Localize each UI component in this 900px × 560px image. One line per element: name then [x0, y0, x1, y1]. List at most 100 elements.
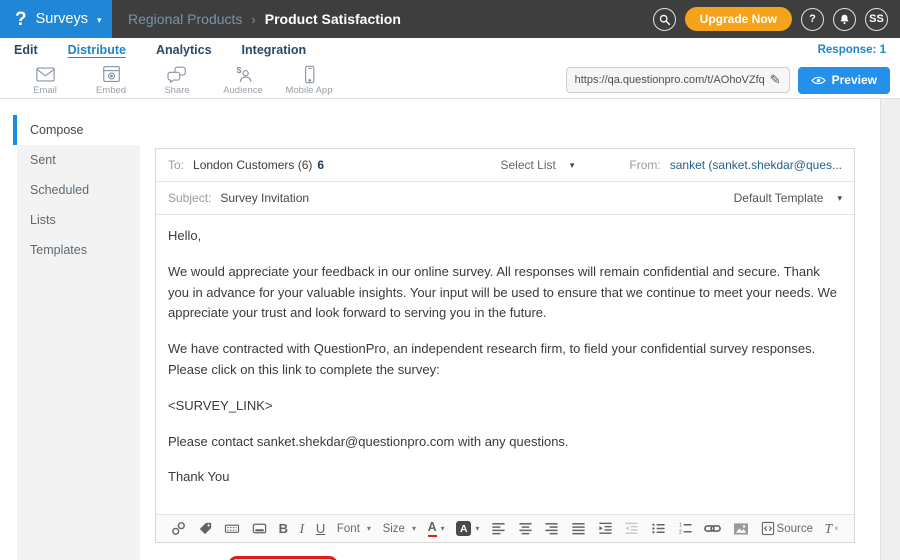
outdent-icon — [624, 521, 639, 536]
svg-text:1: 1 — [679, 523, 682, 529]
chevron-down-icon: ▾ — [412, 524, 416, 533]
upgrade-now-button[interactable]: Upgrade Now — [685, 7, 792, 31]
align-right-icon — [544, 521, 559, 536]
notifications-button[interactable] — [833, 8, 856, 31]
bullet-list-button[interactable] — [651, 521, 666, 536]
scroll-gutter[interactable] — [880, 99, 900, 560]
indent-icon — [598, 521, 613, 536]
breadcrumb: Regional Products › Product Satisfaction — [128, 11, 401, 27]
chevron-down-icon: ▾ — [475, 524, 479, 533]
remove-format-button[interactable]: T× — [825, 521, 839, 537]
link-icon — [704, 522, 721, 535]
chevron-down-icon: ▾ — [837, 193, 842, 204]
align-center-button[interactable] — [518, 521, 533, 536]
insert-tag-button[interactable] — [198, 521, 213, 536]
subject-label: Subject: — [168, 191, 211, 205]
align-left-icon — [491, 521, 506, 536]
distribute-content: Compose Sent Scheduled Lists Templates T… — [0, 99, 900, 560]
tab-distribute[interactable]: Distribute — [68, 43, 126, 57]
button-widget-icon — [252, 521, 267, 536]
survey-url-text: https://qa.questionpro.com/t/AOhoVZfqml — [575, 74, 764, 86]
size-dropdown[interactable]: Size ▾ — [383, 523, 416, 535]
underline-button[interactable]: U — [316, 521, 325, 536]
tab-edit[interactable]: Edit — [14, 43, 38, 57]
image-icon — [733, 522, 749, 536]
source-button[interactable]: Source — [761, 521, 813, 536]
bell-icon — [838, 13, 851, 26]
size-label: Size — [383, 523, 405, 535]
insert-link-button[interactable] — [171, 521, 186, 536]
chevron-down-icon: ▾ — [441, 524, 445, 533]
preview-label: Preview — [832, 73, 877, 87]
channel-email[interactable]: Email — [12, 65, 78, 96]
numbered-list-button[interactable]: 12 — [678, 521, 693, 536]
font-label: Font — [337, 523, 360, 535]
indent-button[interactable] — [598, 521, 613, 536]
channel-label: Share — [164, 85, 189, 96]
compose-actions: Send Schedule — [155, 556, 855, 560]
eye-icon — [811, 75, 826, 86]
bold-button[interactable]: B — [279, 521, 288, 536]
channel-share[interactable]: Share — [144, 65, 210, 96]
source-label: Source — [777, 523, 813, 535]
channel-audience[interactable]: $ Audience — [210, 65, 276, 96]
insert-field-button[interactable] — [224, 521, 240, 536]
breadcrumb-parent[interactable]: Regional Products — [128, 11, 242, 27]
justify-button[interactable] — [571, 521, 586, 536]
insert-image-button[interactable] — [733, 522, 749, 536]
subject-input[interactable]: Survey Invitation — [220, 191, 309, 205]
font-dropdown[interactable]: Font ▾ — [337, 523, 371, 535]
from-label: From: — [629, 158, 660, 172]
email-icon — [35, 65, 56, 84]
topbar-actions: Upgrade Now ? SS — [653, 7, 900, 31]
tab-analytics[interactable]: Analytics — [156, 43, 212, 57]
text-color-button[interactable]: A ▾ — [428, 521, 445, 537]
email-sidebar: Compose Sent Scheduled Lists Templates — [0, 99, 140, 560]
body-paragraph: <SURVEY_LINK> — [168, 396, 842, 417]
sidebar-item-lists[interactable]: Lists — [17, 205, 140, 235]
chevron-down-icon: ▾ — [367, 524, 371, 533]
preview-button[interactable]: Preview — [798, 67, 890, 94]
help-button[interactable]: ? — [801, 8, 824, 31]
align-right-button[interactable] — [544, 521, 559, 536]
questionpro-logo-icon: ? — [15, 10, 27, 29]
select-list-label: Select List — [500, 158, 555, 172]
channel-embed[interactable]: Embed — [78, 65, 144, 96]
svg-text:2: 2 — [679, 530, 682, 536]
mobile-app-icon — [299, 65, 320, 84]
sidebar-item-templates[interactable]: Templates — [17, 235, 140, 265]
channel-mobile-app[interactable]: Mobile App — [276, 65, 342, 96]
tab-integration[interactable]: Integration — [242, 43, 307, 57]
rich-text-toolbar: B I U Font ▾ Size ▾ A ▾ — [156, 514, 854, 542]
align-left-button[interactable] — [491, 521, 506, 536]
template-label: Default Template — [734, 191, 824, 205]
sidebar-item-sent[interactable]: Sent — [17, 145, 140, 175]
surveys-menu[interactable]: ? Surveys ▾ — [0, 0, 112, 38]
bullet-list-icon — [651, 521, 666, 536]
from-sender[interactable]: sanket (sanket.shekdar@ques... — [670, 158, 842, 172]
search-button[interactable] — [653, 8, 676, 31]
channel-label: Embed — [96, 85, 126, 96]
to-recipients[interactable]: London Customers (6) — [193, 158, 312, 172]
background-color-button[interactable]: A ▾ — [456, 521, 479, 536]
survey-url-field[interactable]: https://qa.questionpro.com/t/AOhoVZfqml … — [566, 67, 790, 93]
outdent-button[interactable] — [624, 521, 639, 536]
justify-icon — [571, 521, 586, 536]
template-dropdown[interactable]: Default Template ▾ — [734, 191, 842, 205]
survey-link-group: https://qa.questionpro.com/t/AOhoVZfqml … — [566, 67, 900, 94]
select-list-dropdown[interactable]: Select List ▾ — [500, 158, 574, 172]
sidebar-item-compose[interactable]: Compose — [13, 115, 140, 145]
remove-format-sub: × — [834, 524, 839, 533]
user-avatar[interactable]: SS — [865, 8, 888, 31]
email-body-editor[interactable]: Hello, We would appreciate your feedback… — [156, 215, 854, 514]
response-count[interactable]: Response: 1 — [818, 44, 886, 56]
to-row: To: London Customers (6) 6 Select List ▾… — [156, 149, 854, 182]
sidebar-item-scheduled[interactable]: Scheduled — [17, 175, 140, 205]
italic-button[interactable]: I — [300, 521, 305, 537]
hyperlink-button[interactable] — [704, 522, 721, 535]
edit-url-icon[interactable]: ✎ — [770, 72, 781, 88]
breadcrumb-current: Product Satisfaction — [265, 11, 401, 27]
text-color-icon: A — [428, 521, 437, 537]
insert-button-button[interactable] — [252, 521, 267, 536]
body-paragraph: Thank You — [168, 467, 842, 488]
